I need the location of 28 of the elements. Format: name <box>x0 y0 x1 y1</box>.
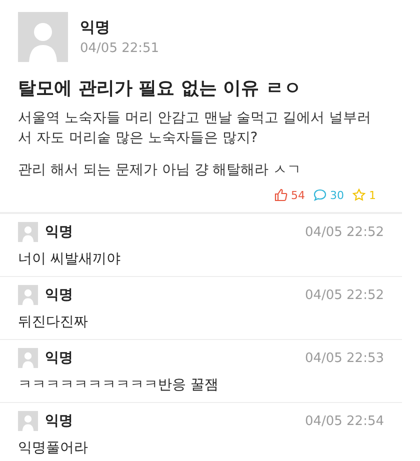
comment-time: 04/05 22:53 <box>304 350 384 366</box>
post-paragraph: 관리 해서 되는 문제가 아님 걍 해탈해라 ㅅㄱ <box>18 161 302 180</box>
author-name: 익명 <box>80 18 111 37</box>
star-icon <box>352 188 366 202</box>
thumbs-up-icon <box>274 188 288 202</box>
avatar-icon <box>18 285 38 305</box>
comment-time: 04/05 22:52 <box>304 224 384 240</box>
comment-text: ㅋㅋㅋㅋㅋㅋㅋㅋㅋㅋ반응 꿀잼 <box>18 376 220 394</box>
comment-author: 익명 <box>45 412 73 430</box>
avatar-icon <box>18 348 38 368</box>
post-title: 탈모에 관리가 필요 없는 이유 ㄹㅇ <box>18 77 302 100</box>
post-paragraph: 서울역 노숙자들 머리 안감고 맨날 술먹고 길에서 널부러서 자도 머리숱 많은 노숙자들은 많지? <box>18 109 372 148</box>
comment-time: 04/05 22:52 <box>304 288 384 302</box>
comment-text: 익명풀어라 <box>18 439 89 457</box>
comment-text: 너이 씨발새끼야 <box>18 250 122 268</box>
avatar-icon <box>18 12 68 62</box>
stat-count: 30 <box>330 188 344 202</box>
speech-bubble-icon <box>313 188 327 202</box>
stat-count: 54 <box>291 188 305 202</box>
post-time: 04/05 22:51 <box>80 41 160 56</box>
comment-author: 익명 <box>45 349 73 367</box>
stat-count: 1 <box>369 188 376 202</box>
comment-author: 익명 <box>45 286 73 304</box>
comment-time: 04/05 22:54 <box>304 414 384 428</box>
avatar-icon <box>18 411 38 431</box>
avatar-icon <box>18 222 38 242</box>
comment-author: 익명 <box>45 223 73 241</box>
comment-text: 뒤진다진짜 <box>18 313 89 331</box>
